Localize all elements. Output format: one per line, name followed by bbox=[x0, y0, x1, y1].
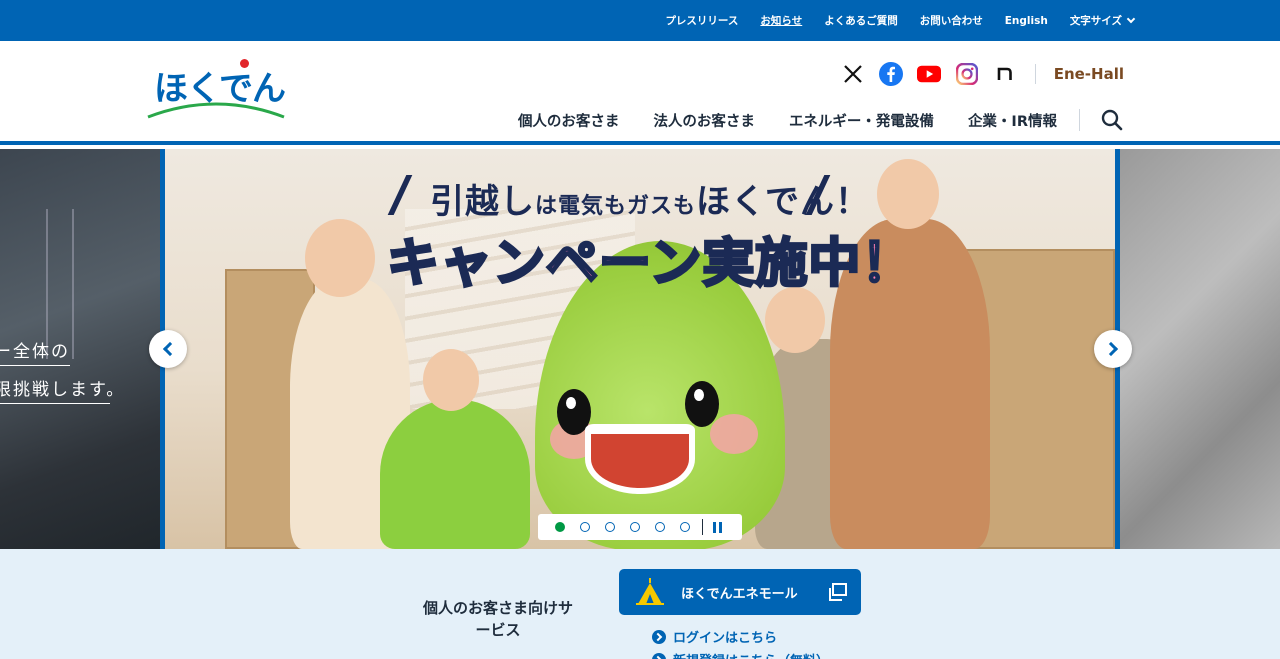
personal-services-section: 個人のお客さま向けサービス ほくでんエネモール ログインはこちら 新規登録はこち… bbox=[0, 549, 1280, 659]
social-links: Ene-Hall bbox=[827, 61, 1124, 87]
prev-slide-text-1: ー全体の bbox=[0, 342, 70, 362]
woman-head bbox=[305, 219, 375, 297]
headline-small: は電気もガスも bbox=[535, 194, 697, 219]
chevron-down-icon bbox=[1126, 14, 1136, 24]
news-link[interactable]: お知らせ bbox=[760, 13, 802, 28]
child-head bbox=[423, 349, 479, 411]
hero-carousel: ー全体の 限挑戦します。 引越しは電気もガスもほくでん！ キャンペーン実施中！ bbox=[0, 149, 1280, 549]
slide-next[interactable] bbox=[1120, 149, 1280, 549]
subheadline-blue: 実施中 bbox=[701, 233, 862, 296]
utility-links: プレスリリース お知らせ よくあるご質問 お問い合わせ English 文字サイ… bbox=[643, 0, 1136, 41]
indicator-divider bbox=[702, 519, 703, 535]
nav-divider bbox=[1079, 109, 1080, 131]
nav-energy[interactable]: エネルギー・発電設備 bbox=[789, 110, 934, 131]
carousel-dot[interactable] bbox=[655, 522, 665, 532]
x-icon[interactable] bbox=[841, 62, 865, 86]
login-link[interactable]: ログインはこちら bbox=[652, 627, 777, 646]
carousel-prev-button[interactable] bbox=[149, 330, 187, 368]
logo-dot bbox=[240, 59, 249, 68]
press-release-link[interactable]: プレスリリース bbox=[665, 13, 738, 28]
hokuden-logo[interactable]: ほくでん bbox=[146, 57, 286, 119]
font-size-toggle[interactable]: 文字サイズ bbox=[1069, 13, 1136, 28]
youtube-icon[interactable] bbox=[916, 62, 941, 86]
chevron-left-icon bbox=[162, 341, 178, 357]
nav-business[interactable]: 法人のお客さま bbox=[653, 110, 755, 131]
prev-slide-underline-1 bbox=[0, 365, 70, 366]
facebook-icon[interactable] bbox=[878, 62, 903, 86]
carousel-next-button[interactable] bbox=[1094, 330, 1132, 368]
nav-corporate-ir[interactable]: 企業・IR情報 bbox=[968, 110, 1057, 131]
prev-slide-text-2: 限挑戦します。 bbox=[0, 380, 126, 400]
campaign-subheadline: キャンペーン実施中！ bbox=[385, 221, 915, 296]
enehall-logo[interactable]: Ene-Hall bbox=[1054, 65, 1124, 83]
arrow-circle-icon bbox=[652, 652, 666, 659]
font-size-label: 文字サイズ bbox=[1069, 15, 1122, 27]
social-divider bbox=[1034, 64, 1036, 84]
search-icon[interactable] bbox=[1100, 108, 1124, 132]
main-navigation: 個人のお客さま 法人のお客さま エネルギー・発電設備 企業・IR情報 bbox=[484, 108, 1124, 132]
carousel-dot[interactable] bbox=[555, 522, 565, 532]
slide-previous[interactable]: ー全体の 限挑戦します。 bbox=[0, 149, 160, 549]
headline-part-1: 引越し bbox=[430, 182, 535, 222]
child-costume bbox=[380, 399, 530, 549]
faq-link[interactable]: よくあるご質問 bbox=[824, 13, 898, 28]
arrow-circle-icon bbox=[652, 629, 666, 644]
utility-bar: プレスリリース お知らせ よくあるご質問 お問い合わせ English 文字サイ… bbox=[0, 0, 1280, 41]
register-link-label: 新規登録はこちら（無料） bbox=[673, 650, 829, 659]
enemall-button[interactable]: ほくでんエネモール bbox=[619, 569, 861, 615]
subheadline-exclaim: ！ bbox=[860, 233, 915, 296]
carousel-dot[interactable] bbox=[605, 522, 615, 532]
campaign-headline: 引越しは電気もガスもほくでん！ bbox=[430, 174, 870, 223]
mascot-cheek bbox=[710, 414, 758, 454]
slide-current-campaign[interactable]: 引越しは電気もガスもほくでん！ キャンペーン実施中！ bbox=[165, 149, 1115, 549]
enemall-label: ほくでんエネモール bbox=[681, 587, 798, 602]
site-header: ほくでん Ene-Hall 個人のお客さま 法人のお客さま エネルギー・発電設備… bbox=[0, 41, 1280, 145]
external-window-icon bbox=[829, 583, 847, 601]
pause-icon[interactable] bbox=[713, 521, 722, 533]
mascot-eye bbox=[685, 381, 719, 427]
subheadline-pink: キャンペーン bbox=[385, 233, 703, 296]
services-title: 個人のお客さま向けサービス bbox=[422, 599, 573, 639]
logo-arc-icon bbox=[147, 102, 285, 119]
man-head bbox=[877, 159, 939, 229]
nav-personal[interactable]: 個人のお客さま bbox=[518, 110, 620, 131]
carousel-dot[interactable] bbox=[680, 522, 690, 532]
tent-icon bbox=[636, 578, 664, 605]
contact-link[interactable]: お問い合わせ bbox=[920, 13, 983, 28]
english-link[interactable]: English bbox=[1005, 15, 1048, 27]
carousel-dot[interactable] bbox=[580, 522, 590, 532]
carousel-dot[interactable] bbox=[630, 522, 640, 532]
mascot-mouth bbox=[585, 424, 695, 494]
carousel-indicators bbox=[538, 514, 742, 540]
note-icon[interactable] bbox=[993, 62, 1017, 86]
register-link[interactable]: 新規登録はこちら（無料） bbox=[652, 650, 829, 659]
login-link-label: ログインはこちら bbox=[673, 631, 778, 646]
headline-part-2: ほくでん！ bbox=[696, 182, 870, 222]
boy-head bbox=[765, 287, 825, 353]
instagram-icon[interactable] bbox=[955, 62, 979, 86]
prev-slide-underline-2 bbox=[0, 403, 110, 404]
chevron-right-icon bbox=[1103, 341, 1119, 357]
